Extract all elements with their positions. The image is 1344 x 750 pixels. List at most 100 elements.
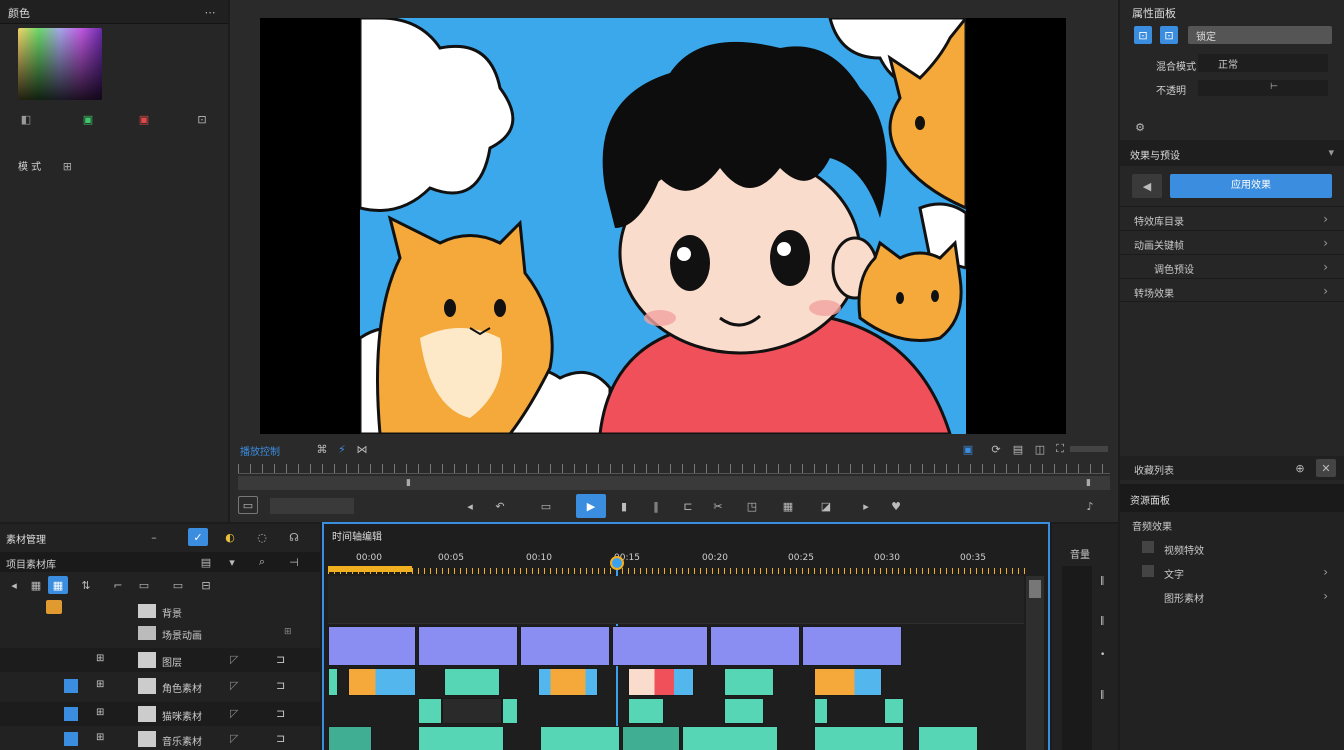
eyedropper-icon[interactable]: ◧: [16, 110, 36, 128]
grid-view-icon[interactable]: ▦: [778, 497, 798, 515]
scrub-track[interactable]: ▮ ▮: [238, 476, 1110, 490]
layer-icon[interactable]: ▭: [168, 576, 188, 594]
video-clip[interactable]: [814, 698, 828, 724]
expand-icon[interactable]: ◸: [230, 653, 238, 666]
prev-icon[interactable]: ◂: [460, 497, 480, 515]
opacity-slider-handle[interactable]: ⊢: [1270, 82, 1278, 92]
video-clip[interactable]: [328, 668, 338, 696]
lock-toggle-icon[interactable]: ⊡: [1134, 26, 1152, 44]
video-clip[interactable]: [724, 698, 764, 724]
remove-icon[interactable]: ▣: [134, 110, 154, 128]
list-item[interactable]: 音频效果: [1120, 514, 1344, 536]
list-item[interactable]: 图形素材 ›: [1120, 584, 1344, 608]
list-item[interactable]: 背景: [0, 602, 320, 622]
video-clip[interactable]: [814, 726, 904, 750]
folder-icon[interactable]: ▦: [48, 576, 68, 594]
video-clip[interactable]: [540, 726, 620, 750]
video-clip-thumbnail[interactable]: [538, 668, 598, 696]
video-clip[interactable]: [884, 698, 904, 724]
cut-icon[interactable]: ✂: [708, 497, 728, 515]
video-clip-thumbnail[interactable]: [348, 668, 416, 696]
record-icon[interactable]: ▭: [536, 497, 556, 515]
video-clip[interactable]: [502, 698, 518, 724]
screen-icon[interactable]: ▭: [238, 496, 258, 514]
audio-clip[interactable]: [520, 626, 610, 666]
color-wheel-icon[interactable]: ◐: [220, 528, 240, 546]
audio-clip[interactable]: [802, 626, 902, 666]
color-spectrum[interactable]: [18, 28, 102, 100]
grid-icon[interactable]: ▦: [26, 576, 46, 594]
fit-icon[interactable]: ▣: [958, 440, 978, 458]
split-icon[interactable]: ◫: [1030, 440, 1050, 458]
playhead-handle[interactable]: [610, 556, 624, 570]
selected-checkbox-icon[interactable]: [64, 732, 78, 746]
effects-list-item[interactable]: 特效库目录 ›: [1120, 206, 1344, 230]
list-view-icon[interactable]: ▤: [196, 553, 216, 571]
delete-icon[interactable]: ⊟: [196, 576, 216, 594]
video-clip[interactable]: [622, 726, 680, 750]
pin-icon[interactable]: ⊣: [284, 553, 304, 571]
layer-toggle-icon[interactable]: ⊞: [96, 732, 104, 743]
expand-icon[interactable]: ◸: [230, 707, 238, 720]
preset-select[interactable]: 锁定: [1188, 26, 1332, 44]
video-clip[interactable]: [418, 726, 504, 750]
collapse-icon[interactable]: ▾: [1328, 146, 1334, 159]
link-toggle-icon[interactable]: ⊡: [1160, 26, 1178, 44]
video-clip[interactable]: [918, 726, 978, 750]
effects-section-header[interactable]: 效果与预设 ▾: [1120, 140, 1344, 166]
minimize-icon[interactable]: –: [144, 528, 164, 546]
effects-list-item[interactable]: 转场效果 ›: [1120, 278, 1344, 302]
audio-clip[interactable]: [328, 626, 416, 666]
timeline-ruler[interactable]: 00:00 00:05 00:10 00:15 00:20 00:25 00:3…: [328, 550, 1028, 574]
scrub-out-marker[interactable]: ▮: [1086, 478, 1091, 488]
panel-menu-icon[interactable]: ⋯: [200, 3, 220, 21]
visibility-icon[interactable]: ⊐: [276, 732, 285, 745]
heart-icon[interactable]: ♥: [886, 497, 906, 515]
list-item[interactable]: 文字 ›: [1120, 560, 1344, 584]
next-icon[interactable]: ▸: [856, 497, 876, 515]
selected-checkbox-icon[interactable]: [64, 679, 78, 693]
effect-thumb-icon[interactable]: ◀: [1132, 174, 1162, 198]
close-icon[interactable]: ✕: [1316, 459, 1336, 477]
effects-list-item[interactable]: 动画关键帧 ›: [1120, 230, 1344, 254]
gear-icon[interactable]: ⚙: [1130, 118, 1150, 136]
checkbox-icon[interactable]: ✓: [188, 528, 208, 546]
sort-icon[interactable]: ⇅: [76, 576, 96, 594]
search-icon[interactable]: ⌕: [252, 553, 272, 571]
media-tab[interactable]: 项目素材库: [6, 556, 56, 571]
video-clip[interactable]: [682, 726, 778, 750]
preview-canvas[interactable]: [260, 18, 1066, 434]
scrub-ruler[interactable]: [238, 464, 1110, 474]
list-item[interactable]: ⊞ 角色素材 ◸ ⊐: [0, 674, 320, 698]
audio-clip[interactable]: [418, 626, 518, 666]
step-back-icon[interactable]: ⌘: [312, 440, 332, 458]
compare-icon[interactable]: ◳: [742, 497, 762, 515]
layer-toggle-icon[interactable]: ⊞: [96, 707, 104, 718]
list-item[interactable]: ⊞ 音乐素材 ◸ ⊐: [0, 728, 320, 750]
audio-toggle-icon[interactable]: ♪: [1080, 497, 1100, 515]
undo-icon[interactable]: ↶: [490, 497, 510, 515]
expand-bar[interactable]: [1070, 446, 1108, 452]
layout-icon[interactable]: ▤: [1008, 440, 1028, 458]
video-clip-thumbnail[interactable]: [814, 668, 882, 696]
layer-toggle-icon[interactable]: ⊞: [96, 653, 104, 664]
visibility-icon[interactable]: ⊐: [276, 653, 285, 666]
visibility-icon[interactable]: ⊐: [276, 679, 285, 692]
apply-effect-button[interactable]: 应用效果: [1170, 174, 1332, 198]
link-icon[interactable]: ⋈: [352, 440, 372, 458]
add-icon[interactable]: ▣: [78, 110, 98, 128]
video-clip[interactable]: [444, 668, 500, 696]
blend-select[interactable]: 正常: [1198, 54, 1328, 72]
visibility-icon[interactable]: ⊐: [276, 707, 285, 720]
new-bin-icon[interactable]: ▭: [134, 576, 154, 594]
video-clip[interactable]: [442, 698, 502, 724]
work-area-bar[interactable]: [328, 566, 412, 572]
stop-icon[interactable]: ‖: [646, 497, 666, 515]
mode-icon[interactable]: ⊞: [63, 160, 72, 173]
timecode-field[interactable]: [270, 498, 354, 514]
timeline-scrollbar-thumb[interactable]: [1029, 580, 1041, 598]
video-clip-thumbnail[interactable]: [628, 668, 694, 696]
video-clip[interactable]: [418, 698, 442, 724]
grid-icon[interactable]: ⊡: [192, 110, 212, 128]
video-clip[interactable]: [628, 698, 664, 724]
